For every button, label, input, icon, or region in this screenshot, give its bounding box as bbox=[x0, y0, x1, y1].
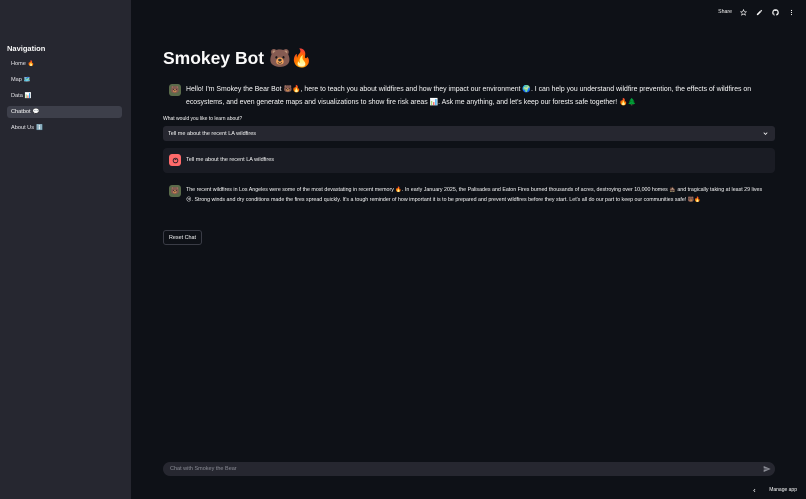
sidebar: Navigation Home 🔥 Map 🗺️ Data 📊 Chatbot … bbox=[0, 0, 131, 499]
page-title: Smokey Bot 🐻🔥 bbox=[163, 48, 313, 68]
top-toolbar: Share bbox=[718, 6, 796, 18]
send-icon[interactable] bbox=[763, 465, 771, 473]
intro-message-text: Hello! I'm Smokey the Bear Bot 🐻🔥, here … bbox=[186, 86, 752, 106]
info-icon: ℹ️ bbox=[36, 125, 43, 131]
bot-response-text: The recent wildfires in Los Angeles were… bbox=[186, 187, 763, 203]
user-message: Tell me about the recent LA wildfires bbox=[163, 148, 775, 173]
bot-intro-message: 🐻 Hello! I'm Smokey the Bear Bot 🐻🔥, her… bbox=[169, 84, 764, 109]
star-icon[interactable] bbox=[739, 8, 748, 17]
reset-chat-button[interactable]: Reset Chat bbox=[163, 230, 202, 245]
sidebar-item-label: Data bbox=[11, 93, 23, 99]
sidebar-item-about-us[interactable]: About Us ℹ️ bbox=[7, 122, 122, 134]
sidebar-title: Navigation bbox=[7, 44, 46, 53]
chat-input[interactable] bbox=[163, 462, 753, 476]
map-icon: 🗺️ bbox=[23, 77, 31, 83]
manage-app-label: Manage app bbox=[769, 487, 797, 493]
topic-select-value: Tell me about the recent LA wildfires bbox=[168, 130, 257, 137]
topic-select-label: What would you like to learn about? bbox=[163, 116, 243, 122]
chevron-left-icon bbox=[753, 488, 756, 492]
more-icon[interactable] bbox=[787, 8, 796, 17]
sidebar-item-label: About Us bbox=[11, 125, 35, 131]
speech-bubble-icon: 💬 bbox=[32, 109, 40, 115]
github-icon[interactable] bbox=[771, 8, 780, 17]
manage-app-button[interactable]: Manage app bbox=[752, 487, 797, 493]
bear-avatar-icon: 🐻 bbox=[169, 84, 181, 96]
fire-icon: 🔥 bbox=[27, 61, 35, 67]
sidebar-item-label: Home bbox=[11, 61, 26, 67]
user-message-text: Tell me about the recent LA wildfires bbox=[186, 157, 275, 163]
chevron-down-icon bbox=[763, 132, 768, 135]
sidebar-item-label: Map bbox=[11, 77, 22, 83]
bot-response-message: 🐻 The recent wildfires in Los Angeles we… bbox=[169, 185, 770, 205]
chart-icon: 📊 bbox=[24, 93, 32, 99]
sidebar-item-label: Chatbot bbox=[11, 109, 31, 115]
sidebar-item-data[interactable]: Data 📊 bbox=[7, 90, 122, 102]
sidebar-item-home[interactable]: Home 🔥 bbox=[7, 58, 122, 70]
chat-input-bar bbox=[163, 462, 775, 476]
sidebar-item-chatbot[interactable]: Chatbot 💬 bbox=[7, 106, 122, 118]
topic-select[interactable]: Tell me about the recent LA wildfires bbox=[163, 126, 775, 141]
edit-icon[interactable] bbox=[755, 8, 764, 17]
share-button[interactable]: Share bbox=[718, 9, 732, 15]
user-avatar-icon bbox=[169, 154, 181, 166]
sidebar-item-map[interactable]: Map 🗺️ bbox=[7, 74, 122, 86]
bear-avatar-icon: 🐻 bbox=[169, 185, 181, 197]
nav-list: Home 🔥 Map 🗺️ Data 📊 Chatbot 💬 About Us … bbox=[7, 58, 122, 138]
